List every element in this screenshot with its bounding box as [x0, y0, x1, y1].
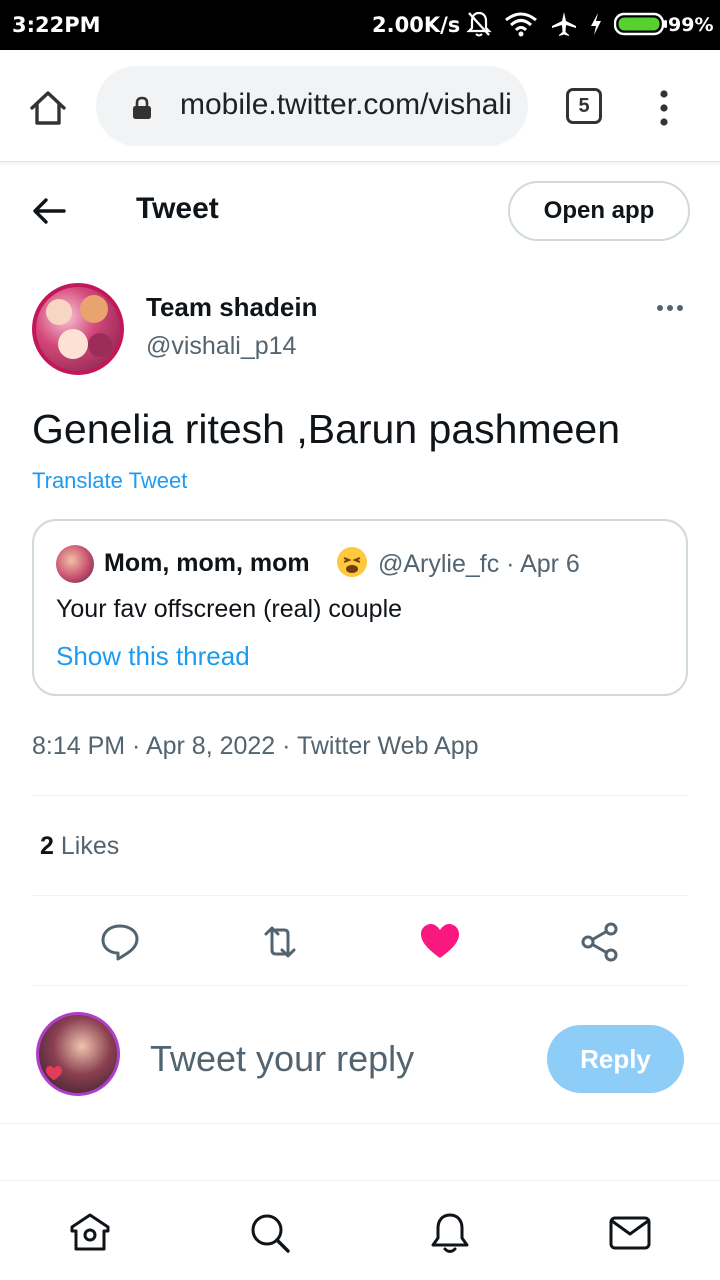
reply-button[interactable]: Reply [547, 1025, 684, 1093]
back-arrow-icon[interactable] [30, 194, 70, 228]
likes-count[interactable]: 2 Likes [40, 832, 119, 861]
status-icons [466, 10, 668, 38]
wifi-icon [505, 12, 537, 37]
quoted-author-name: Mom, mom, mom [104, 549, 310, 577]
network-speed: 2.00K/s [372, 13, 461, 37]
heart-sticker-icon [45, 1065, 63, 1081]
retweet-icon[interactable] [258, 920, 302, 964]
home-icon[interactable] [28, 88, 68, 128]
search-icon[interactable] [248, 1211, 292, 1255]
status-time: 3:22PM [12, 13, 101, 37]
url-text[interactable]: mobile.twitter.com/vishali_p14 [180, 88, 510, 122]
weary-face-emoji-icon [337, 547, 367, 577]
status-bar: 3:22PM 2.00K/s 99% [0, 0, 720, 50]
bottom-nav [0, 1180, 720, 1280]
airplane-icon [552, 12, 576, 36]
notifications-bell-icon[interactable] [428, 1211, 472, 1255]
translate-tweet-link[interactable]: Translate Tweet [32, 468, 187, 494]
likes-number: 2 [40, 832, 54, 860]
current-user-avatar[interactable] [36, 1012, 120, 1096]
more-options-icon[interactable] [652, 296, 688, 320]
tweet-text: Genelia ritesh ,Barun pashmeen [32, 406, 621, 452]
author-avatar[interactable] [32, 283, 124, 375]
page-title: Tweet [136, 192, 219, 225]
browser-menu-icon[interactable] [654, 88, 674, 128]
reply-input[interactable]: Tweet your reply [150, 1038, 414, 1080]
open-app-button[interactable]: Open app [508, 181, 690, 241]
likes-label: Likes [60, 832, 120, 860]
share-icon[interactable] [578, 920, 622, 964]
mute-icon [466, 11, 492, 37]
charging-icon [591, 13, 601, 35]
lock-icon [133, 96, 151, 119]
author-name[interactable]: Team shadein [146, 292, 317, 323]
address-bar[interactable]: mobile.twitter.com/vishali_p14 [96, 66, 528, 146]
messages-mail-icon[interactable] [608, 1211, 652, 1255]
tweet-header: Tweet Open app [0, 170, 720, 252]
quoted-tweet-card[interactable]: Mom, mom, mom @Arylie_fc · Apr 6 Your fa… [32, 519, 688, 696]
divider [32, 795, 688, 796]
tweet-meta[interactable]: 8:14 PM · Apr 8, 2022 · Twitter Web App [32, 732, 479, 761]
divider [32, 985, 688, 986]
divider [32, 895, 688, 896]
battery-icon [614, 12, 667, 36]
browser-toolbar: mobile.twitter.com/vishali_p14 5 [0, 50, 720, 162]
like-heart-icon[interactable] [418, 920, 462, 964]
quoted-avatar [56, 545, 94, 583]
author-handle[interactable]: @vishali_p14 [146, 332, 296, 361]
home-icon[interactable] [68, 1211, 112, 1255]
tab-switcher-button[interactable]: 5 [566, 88, 602, 124]
quoted-text: Your fav offscreen (real) couple [56, 595, 403, 623]
battery-percent: 99% [668, 14, 714, 36]
reply-icon[interactable] [98, 920, 142, 964]
quoted-handle-date: @Arylie_fc · Apr 6 [378, 550, 580, 578]
show-thread-link[interactable]: Show this thread [56, 641, 250, 672]
divider [0, 1123, 720, 1124]
